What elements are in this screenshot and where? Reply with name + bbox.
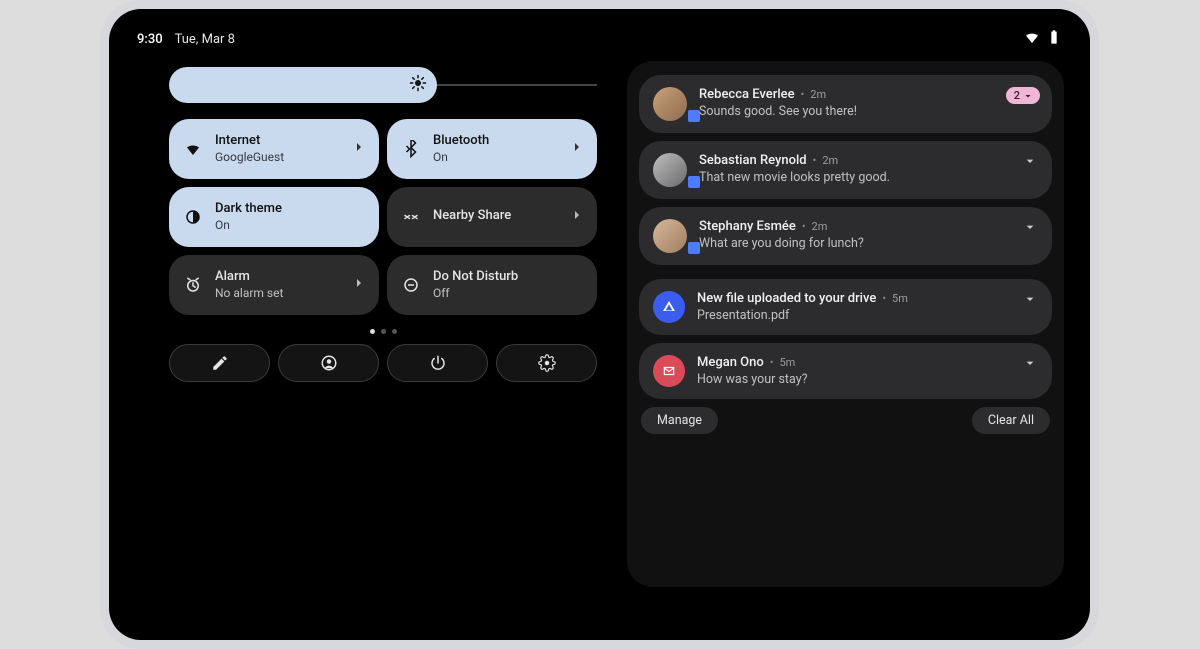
avatar <box>653 219 687 253</box>
notification-title: Stephany Esmée <box>699 219 796 234</box>
tile-label: Alarm <box>215 269 283 285</box>
notification-shade: Rebecca Everlee • 2m Sounds good. See yo… <box>627 61 1064 587</box>
screen: 9:30 Tue, Mar 8 <box>109 9 1090 640</box>
tablet-frame: 9:30 Tue, Mar 8 <box>100 0 1099 649</box>
dark-theme-icon <box>183 208 203 226</box>
tile-bluetooth[interactable]: Bluetooth On <box>387 119 597 179</box>
drive-icon <box>653 291 685 323</box>
tile-dnd[interactable]: Do Not Disturb Off <box>387 255 597 315</box>
notification-message: That new movie looks pretty good. <box>699 170 1022 185</box>
tile-dark-theme[interactable]: Dark theme On <box>169 187 379 247</box>
notification-message: What are you doing for lunch? <box>699 236 1022 251</box>
notification-item[interactable]: New file uploaded to your drive • 5m Pre… <box>639 279 1052 335</box>
notification-title: Megan Ono <box>697 355 764 370</box>
power-button[interactable] <box>387 344 488 382</box>
status-date: Tue, Mar 8 <box>175 32 235 47</box>
tile-label: Nearby Share <box>433 208 511 224</box>
notification-message: Presentation.pdf <box>697 308 1022 323</box>
bluetooth-icon <box>401 140 421 158</box>
nearby-share-icon <box>401 208 421 226</box>
quick-settings-panel: Internet GoogleGuest Bluetooth On <box>169 67 597 382</box>
wifi-icon <box>1024 29 1040 49</box>
tile-alarm[interactable]: Alarm No alarm set <box>169 255 379 315</box>
chevron-right-icon[interactable] <box>351 275 367 295</box>
dnd-icon <box>401 276 421 294</box>
brightness-slider[interactable] <box>169 67 597 103</box>
tile-label: Dark theme <box>215 201 282 217</box>
notification-item[interactable]: Stephany Esmée • 2m What are you doing f… <box>639 207 1052 265</box>
tile-label: Do Not Disturb <box>433 269 518 285</box>
alarm-icon <box>183 276 203 294</box>
expand-button[interactable] <box>1022 219 1038 235</box>
settings-button[interactable] <box>496 344 597 382</box>
notification-time: 5m <box>892 292 908 305</box>
notification-item[interactable]: Sebastian Reynold • 2m That new movie lo… <box>639 141 1052 199</box>
tile-internet[interactable]: Internet GoogleGuest <box>169 119 379 179</box>
tile-label: Internet <box>215 133 284 149</box>
battery-icon <box>1046 29 1062 49</box>
tile-sublabel: On <box>433 150 489 165</box>
chevron-right-icon[interactable] <box>569 207 585 227</box>
notification-time: 2m <box>810 88 826 101</box>
notification-title: Sebastian Reynold <box>699 153 807 168</box>
notification-message: Sounds good. See you there! <box>699 104 1038 119</box>
status-time: 9:30 <box>137 32 163 47</box>
tile-nearby-share[interactable]: Nearby Share <box>387 187 597 247</box>
chevron-right-icon[interactable] <box>351 139 367 159</box>
brightness-icon <box>409 74 427 96</box>
manage-button[interactable]: Manage <box>641 407 718 434</box>
notification-time: 5m <box>779 356 795 369</box>
avatar <box>653 153 687 187</box>
wifi-icon <box>183 140 203 158</box>
notification-item[interactable]: Rebecca Everlee • 2m Sounds good. See yo… <box>639 75 1052 133</box>
expand-button[interactable] <box>1022 153 1038 169</box>
expand-button[interactable] <box>1022 291 1038 307</box>
notification-time: 2m <box>822 154 838 167</box>
notification-message: How was your stay? <box>697 372 1022 387</box>
clear-all-button[interactable]: Clear All <box>972 407 1050 434</box>
notification-item[interactable]: Megan Ono • 5m How was your stay? <box>639 343 1052 399</box>
tile-sublabel: On <box>215 218 282 233</box>
edit-button[interactable] <box>169 344 270 382</box>
notification-title: New file uploaded to your drive <box>697 291 876 306</box>
notification-title: Rebecca Everlee <box>699 87 795 102</box>
tile-sublabel: Off <box>433 286 518 301</box>
page-indicator <box>169 329 597 334</box>
chevron-down-icon <box>1022 90 1034 102</box>
status-bar: 9:30 Tue, Mar 8 <box>109 27 1090 51</box>
mail-icon <box>653 355 685 387</box>
tile-label: Bluetooth <box>433 133 489 149</box>
chevron-right-icon[interactable] <box>569 139 585 159</box>
user-button[interactable] <box>278 344 379 382</box>
notification-count-badge[interactable]: 2 <box>1006 87 1040 104</box>
tile-sublabel: No alarm set <box>215 286 283 301</box>
avatar <box>653 87 687 121</box>
tile-sublabel: GoogleGuest <box>215 150 284 165</box>
expand-button[interactable] <box>1022 355 1038 371</box>
notification-time: 2m <box>812 220 828 233</box>
